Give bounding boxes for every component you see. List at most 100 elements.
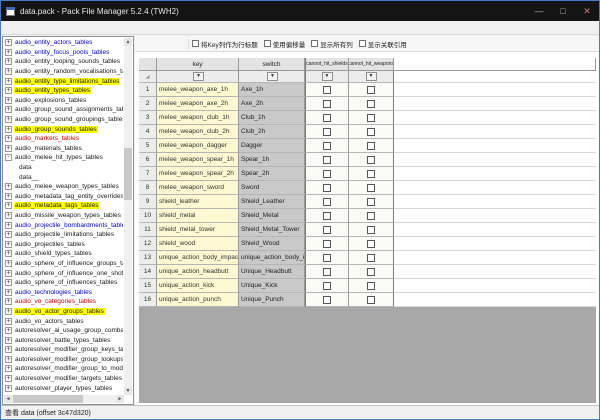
cell-switch[interactable]: Axe_1h <box>239 83 305 97</box>
cell-key[interactable]: melee_weapon_dagger <box>157 139 239 153</box>
checkbox-icon[interactable] <box>323 240 331 248</box>
expand-icon[interactable]: + <box>5 365 12 372</box>
cell-switch[interactable]: Shield_Metal_Tower <box>239 223 305 237</box>
cell-cannot-hit-shields[interactable] <box>305 237 349 251</box>
scrollbar-thumb[interactable] <box>13 395 83 403</box>
checkbox-icon[interactable] <box>192 40 199 47</box>
cell-key[interactable]: shield_wood <box>157 237 239 251</box>
cell-cannot-hit-weapons[interactable] <box>349 181 394 195</box>
column-header-cannot-hit-weapons[interactable]: cannot_hit_weapons <box>349 58 394 71</box>
tree-horizontal-scrollbar[interactable]: ◄ ► <box>4 395 124 403</box>
tree-vertical-scrollbar[interactable]: ▲ ▼ <box>124 38 132 395</box>
cell-cannot-hit-shields[interactable] <box>305 97 349 111</box>
checkbox-icon[interactable] <box>359 40 366 47</box>
checkbox-icon[interactable] <box>323 114 331 122</box>
cell-switch[interactable]: unique_action_body_impact <box>239 251 305 265</box>
tree-item[interactable]: + autoresolver_modifier_targets_tables <box>5 374 123 384</box>
expand-icon[interactable]: + <box>5 346 12 353</box>
scroll-left-icon[interactable]: ◄ <box>4 395 12 403</box>
cell-cannot-hit-shields[interactable] <box>305 153 349 167</box>
cell-switch[interactable]: Spear_1h <box>239 153 305 167</box>
cell-cannot-hit-shields[interactable] <box>305 279 349 293</box>
expand-icon[interactable]: + <box>5 116 12 123</box>
column-header-key[interactable]: key <box>157 58 239 71</box>
cell-cannot-hit-shields[interactable] <box>305 167 349 181</box>
cell-switch[interactable]: Dagger <box>239 139 305 153</box>
cell-switch[interactable]: Club_2h <box>239 125 305 139</box>
cell-key[interactable]: unique_action_headbutt <box>157 265 239 279</box>
cell-cannot-hit-shields[interactable] <box>305 293 349 307</box>
expand-icon[interactable]: + <box>5 106 12 113</box>
checkbox-icon[interactable] <box>323 226 331 234</box>
cell-key[interactable]: unique_action_punch <box>157 293 239 307</box>
tree-item[interactable]: + audio_metadata_tags_tables <box>5 201 123 211</box>
expand-icon[interactable]: + <box>5 87 12 94</box>
tree-child-item[interactable]: data__ <box>18 172 123 182</box>
expand-icon[interactable]: + <box>5 375 12 382</box>
tree-item[interactable]: + autoresolver_modifier_group_keys_table… <box>5 345 123 355</box>
cell-switch[interactable]: Shield_Wood <box>239 237 305 251</box>
checkbox-icon[interactable] <box>323 170 331 178</box>
checkbox-icon[interactable] <box>367 240 375 248</box>
checkbox-icon[interactable] <box>367 296 375 304</box>
expand-icon[interactable]: + <box>5 270 12 277</box>
toolbar-checkbox[interactable]: 将Key列作为行标题 <box>192 39 258 49</box>
checkbox-icon[interactable] <box>323 198 331 206</box>
tree-item[interactable]: + audio_markers_tables <box>5 134 123 144</box>
checkbox-icon[interactable] <box>367 254 375 262</box>
cell-cannot-hit-shields[interactable] <box>305 223 349 237</box>
cell-key[interactable]: unique_action_body_impact <box>157 251 239 265</box>
filter-dropdown-icon[interactable]: ▼ <box>322 72 333 81</box>
expand-icon[interactable]: + <box>5 289 12 296</box>
expand-icon[interactable]: + <box>5 202 12 209</box>
checkbox-icon[interactable] <box>323 296 331 304</box>
tree-item[interactable]: + audio_sphere_of_influence_one_shots_ta… <box>5 268 123 278</box>
cell-switch[interactable]: Unique_Kick <box>239 279 305 293</box>
checkbox-icon[interactable] <box>323 86 331 94</box>
tree-item[interactable]: + audio_technologies_tables <box>5 287 123 297</box>
cell-cannot-hit-shields[interactable] <box>305 83 349 97</box>
checkbox-icon[interactable] <box>367 142 375 150</box>
cell-cannot-hit-weapons[interactable] <box>349 153 394 167</box>
toolbar-checkbox[interactable]: 显示关联引用 <box>359 39 407 49</box>
tree-item[interactable]: + audio_entity_types_tables <box>5 86 123 96</box>
cell-key[interactable]: melee_weapon_spear_2h <box>157 167 239 181</box>
cell-key[interactable]: melee_weapon_axe_2h <box>157 97 239 111</box>
cell-cannot-hit-shields[interactable] <box>305 139 349 153</box>
expand-icon[interactable]: - <box>5 154 12 161</box>
row-number[interactable]: 15 <box>139 279 157 293</box>
cell-cannot-hit-shields[interactable] <box>305 181 349 195</box>
checkbox-icon[interactable] <box>367 198 375 206</box>
expand-icon[interactable]: + <box>5 241 12 248</box>
cell-key[interactable]: melee_weapon_axe_1h <box>157 83 239 97</box>
tree-item[interactable]: + audio_entity_type_limitations_tables <box>5 76 123 86</box>
tree-item[interactable]: + audio_vo_actor_groups_tables <box>5 307 123 317</box>
tree-item[interactable]: + audio_projectile_limitations_tables <box>5 230 123 240</box>
checkbox-icon[interactable] <box>323 100 331 108</box>
cell-cannot-hit-shields[interactable] <box>305 111 349 125</box>
checkbox-icon[interactable] <box>367 184 375 192</box>
tree-item[interactable]: + audio_entity_looping_sounds_tables <box>5 57 123 67</box>
tree-item[interactable]: + audio_projectile_bombardments_tables <box>5 220 123 230</box>
cell-key[interactable]: shield_leather <box>157 195 239 209</box>
cell-cannot-hit-shields[interactable] <box>305 209 349 223</box>
cell-switch[interactable]: Unique_Punch <box>239 293 305 307</box>
expand-icon[interactable]: + <box>5 135 12 142</box>
checkbox-icon[interactable] <box>367 212 375 220</box>
row-number[interactable]: 14 <box>139 265 157 279</box>
tree-item[interactable]: + audio_entity_focus_pools_tables <box>5 48 123 58</box>
cell-switch[interactable]: Axe_2h <box>239 97 305 111</box>
expand-icon[interactable]: + <box>5 356 12 363</box>
cell-cannot-hit-weapons[interactable] <box>349 195 394 209</box>
expand-icon[interactable]: + <box>5 250 12 257</box>
cell-cannot-hit-weapons[interactable] <box>349 251 394 265</box>
row-number[interactable]: 11 <box>139 223 157 237</box>
row-number[interactable]: 2 <box>139 97 157 111</box>
filter-dropdown-icon[interactable]: ▼ <box>193 72 204 81</box>
cell-cannot-hit-shields[interactable] <box>305 195 349 209</box>
expand-icon[interactable]: + <box>5 183 12 190</box>
cell-switch[interactable]: Shield_Metal <box>239 209 305 223</box>
checkbox-icon[interactable] <box>367 226 375 234</box>
tree-item[interactable]: + audio_vo_actors_tables <box>5 316 123 326</box>
cell-key[interactable]: melee_weapon_club_1h <box>157 111 239 125</box>
